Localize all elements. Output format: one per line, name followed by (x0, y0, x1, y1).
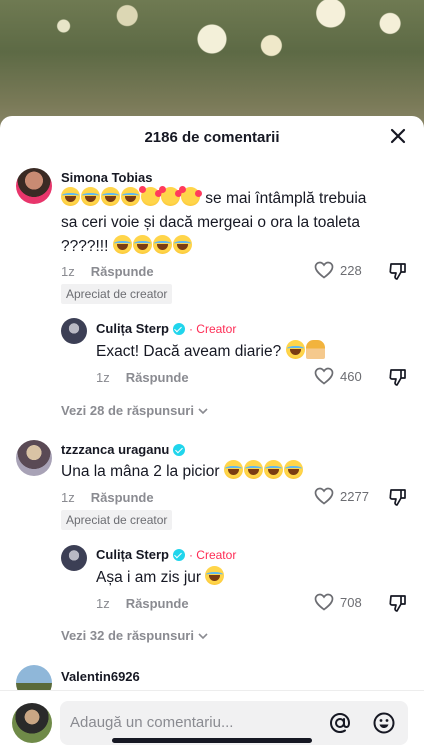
creator-liked-badge: Apreciat de creator (61, 284, 173, 304)
reply-author[interactable]: Culița Sterp · Creator (96, 321, 236, 336)
reply-button[interactable]: Răspunde (126, 370, 189, 385)
verified-icon (172, 322, 185, 335)
like-button[interactable]: 460 (314, 367, 362, 385)
like-count: 2277 (340, 488, 369, 504)
comment-age: 1z (61, 264, 75, 279)
comments-count-title: 2186 de comentarii (144, 128, 280, 146)
reply-age: 1z (96, 370, 110, 385)
comment-author[interactable]: Simona Tobias (61, 170, 153, 185)
like-button[interactable]: 228 (314, 261, 362, 279)
heart-icon (314, 593, 334, 611)
comment-input-placeholder: Adaugă un comentariu... (70, 714, 234, 731)
avatar (12, 703, 52, 743)
dislike-icon[interactable] (388, 487, 408, 507)
reply-meta: 1z Răspunde (96, 370, 189, 385)
video-background (0, 0, 424, 130)
like-count: 708 (340, 594, 362, 610)
dislike-icon[interactable] (388, 593, 408, 613)
reply-meta: 1z Răspunde (96, 596, 189, 611)
creator-liked-badge: Apreciat de creator (61, 510, 173, 530)
creator-tag: · Creator (188, 321, 237, 336)
reply-text: Așa i am zis jur (96, 566, 386, 590)
view-replies-button[interactable]: Vezi 32 de răspunsuri (61, 628, 209, 643)
at-icon[interactable] (328, 711, 352, 735)
heart-icon (314, 261, 334, 279)
chevron-down-icon (198, 407, 208, 414)
like-button[interactable]: 2277 (314, 487, 369, 505)
view-replies-button[interactable]: Vezi 28 de răspunsuri (61, 403, 209, 418)
dislike-icon[interactable] (388, 367, 408, 387)
like-count: 228 (340, 262, 362, 278)
reply-text: Exact! Dacă aveam diarie? (96, 340, 386, 364)
avatar[interactable] (61, 318, 87, 344)
home-indicator (112, 738, 312, 743)
comment-author[interactable]: tzzzanca uraganu (61, 442, 186, 457)
comment-text: se mai întâmplă trebuia sa ceri voie și … (61, 186, 381, 259)
comment-author[interactable]: Valentin6926 (61, 669, 140, 684)
close-icon[interactable] (388, 126, 408, 146)
avatar[interactable] (61, 545, 87, 571)
like-count: 460 (340, 368, 362, 384)
like-button[interactable]: 708 (314, 593, 362, 611)
creator-tag: · Creator (188, 547, 237, 562)
reply-button[interactable]: Răspunde (91, 264, 154, 279)
comment-age: 1z (61, 490, 75, 505)
avatar[interactable] (16, 440, 52, 476)
reply-button[interactable]: Răspunde (91, 490, 154, 505)
verified-icon (173, 443, 186, 456)
reply-author[interactable]: Culița Sterp · Creator (96, 547, 236, 562)
verified-icon (172, 548, 185, 561)
comment-text: Una la mâna 2 la picior (61, 460, 381, 484)
reply-age: 1z (96, 596, 110, 611)
avatar[interactable] (16, 168, 52, 204)
dislike-icon[interactable] (388, 261, 408, 281)
chevron-down-icon (198, 632, 208, 639)
heart-icon (314, 487, 334, 505)
sheet-header: 2186 de comentarii (0, 116, 424, 156)
reply-button[interactable]: Răspunde (126, 596, 189, 611)
comment-meta: 1z Răspunde (61, 264, 154, 279)
heart-icon (314, 367, 334, 385)
comment-meta: 1z Răspunde (61, 490, 154, 505)
emoji-icon[interactable] (372, 711, 396, 735)
